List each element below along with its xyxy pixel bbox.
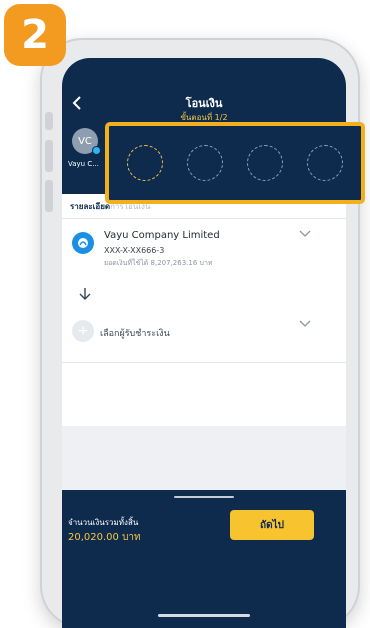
- phone-volume-up: [45, 140, 53, 172]
- sheet-handle[interactable]: [174, 496, 234, 498]
- arrow-down-icon: [78, 286, 92, 306]
- chevron-down-icon[interactable]: [298, 318, 312, 332]
- chevron-down-icon[interactable]: [298, 228, 312, 242]
- recent-receiver-slot[interactable]: [127, 145, 163, 181]
- account-number: XXX-X-XX666-3: [104, 246, 165, 255]
- total-label: จำนวนเงินรวมทั้งสิ้น: [68, 518, 139, 527]
- phone-side-button: [45, 112, 53, 130]
- page-title: โอนเงิน: [185, 97, 223, 110]
- summary-bar: จำนวนเงินรวมทั้งสิ้น 20,020.00 บาท ถัดไป: [62, 490, 346, 628]
- divider: [62, 362, 346, 363]
- avatar-name: Vayu C...: [68, 160, 99, 168]
- next-button[interactable]: ถัดไป: [230, 510, 314, 540]
- divider: [62, 218, 346, 219]
- recent-receiver-slot[interactable]: [187, 145, 223, 181]
- add-payer-icon[interactable]: +: [72, 320, 94, 342]
- select-payer-label[interactable]: เลือกผู้รับชำระเงิน: [100, 326, 170, 340]
- account-balance: ยอดเงินที่ใช้ได้ 8,207,263.16 บาท: [104, 259, 213, 267]
- recent-receiver-slot[interactable]: [307, 145, 343, 181]
- section-title-main: รายละเอียด: [70, 202, 111, 211]
- transfer-details: รายละเอียดการโอนเงิน Vayu Company Limite…: [62, 194, 346, 426]
- online-dot-icon: [92, 146, 101, 155]
- home-indicator: [158, 614, 250, 617]
- bank-logo-icon: [72, 232, 94, 254]
- recent-receiver-slot[interactable]: [247, 145, 283, 181]
- recent-receivers-highlight: [105, 122, 365, 204]
- phone-volume-down: [45, 180, 53, 212]
- step-badge: 2: [4, 4, 66, 66]
- account-name: Vayu Company Limited: [104, 230, 220, 241]
- total-amount: 20,020.00 บาท: [68, 532, 141, 543]
